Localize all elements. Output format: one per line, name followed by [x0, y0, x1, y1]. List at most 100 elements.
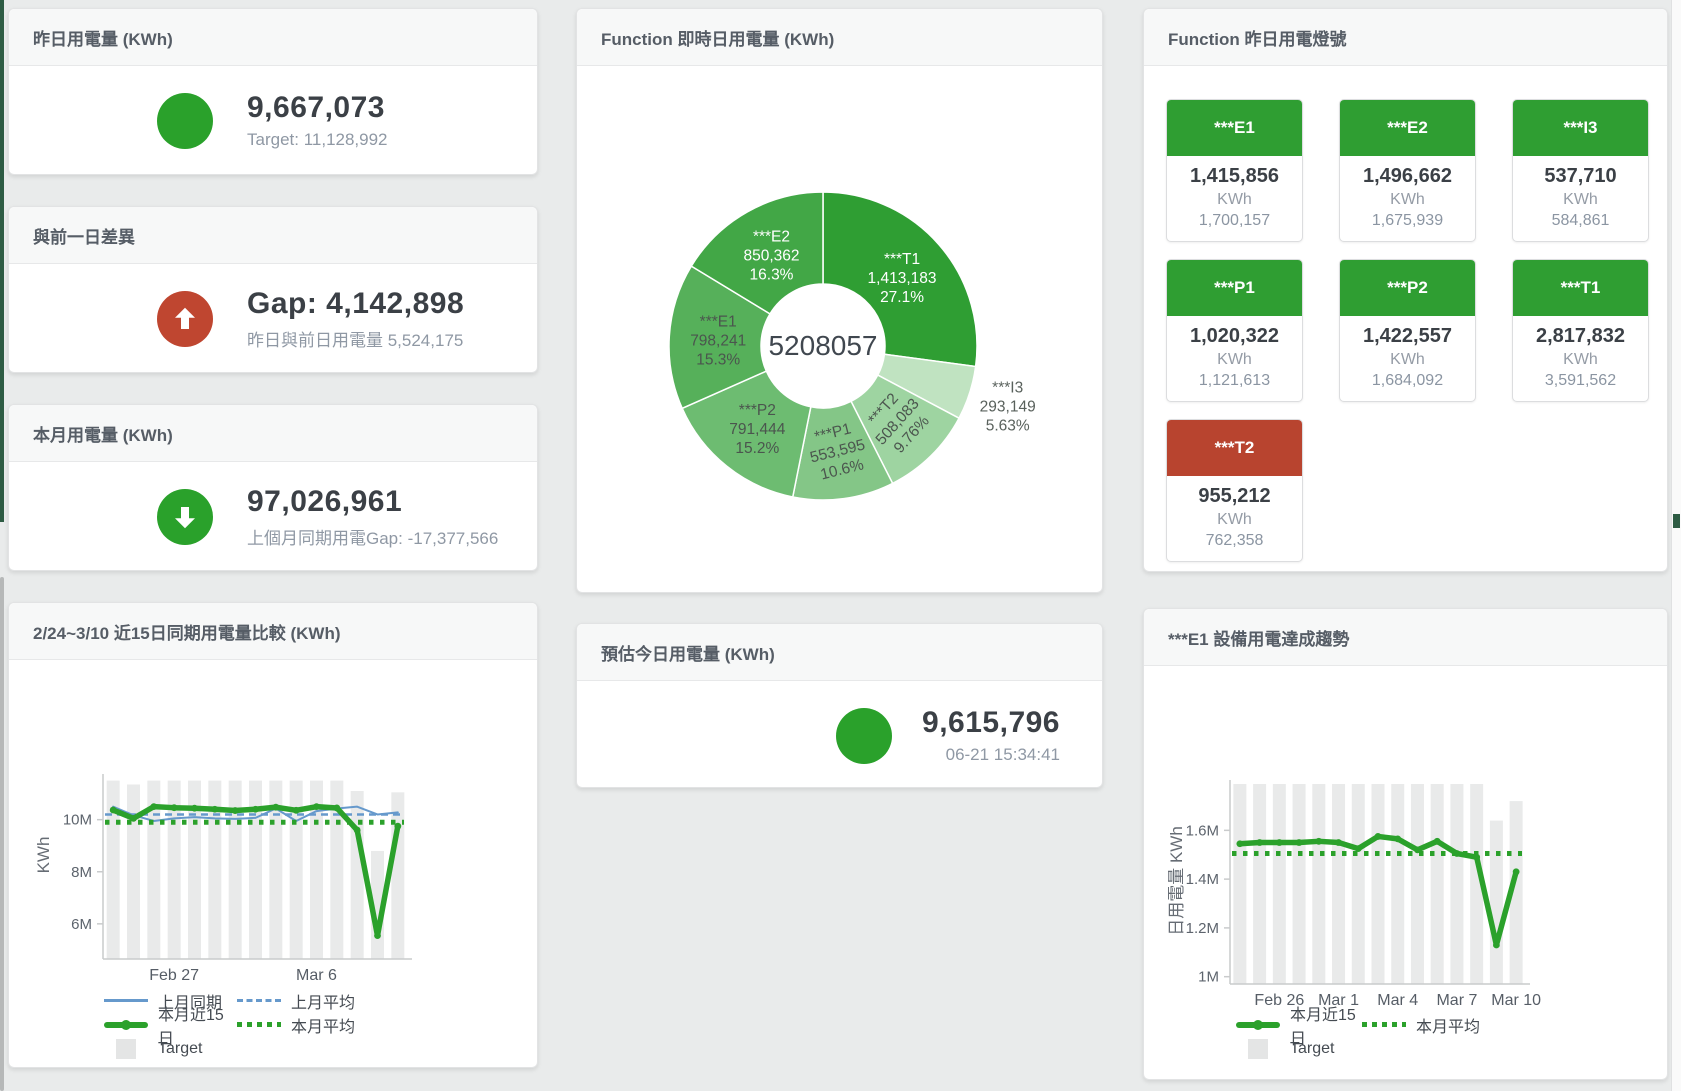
page-scrollbar[interactable] [1671, 0, 1681, 1091]
legend-label: Target [158, 1040, 202, 1058]
x-tick-label: Mar 6 [296, 967, 337, 984]
series-point [1394, 835, 1401, 842]
left-edge-accent [0, 0, 4, 522]
series-point [110, 807, 117, 814]
svg-text:5.63%: 5.63% [986, 417, 1030, 434]
dashboard-page: 昨日用電量 (KWh) 9,667,073 Target: 11,128,992… [0, 0, 1681, 1091]
status-tile-e1[interactable]: ***E1 1,415,856 KWh 1,700,157 [1166, 99, 1303, 242]
y-tick-label: 1.2M [1186, 920, 1219, 937]
y-tick-label: 8M [71, 864, 92, 881]
arrow-up-icon [170, 304, 200, 334]
status-ok-circle-icon [836, 708, 892, 764]
donut-label: ***I3293,1495.63% [980, 379, 1036, 434]
legend-item-上月平均[interactable]: 上月平均 [237, 990, 370, 1011]
tile-p1-label: ***P1 [1167, 260, 1302, 316]
svg-text:15.3%: 15.3% [696, 351, 740, 368]
legend-item-本月平均[interactable]: 本月平均 [1362, 1014, 1488, 1035]
series-point [1493, 942, 1500, 949]
series-point [211, 806, 218, 813]
series-point [1513, 868, 1520, 875]
series-point [191, 805, 198, 812]
tile-e2-unit: KWh [1340, 191, 1475, 209]
svg-text:15.2%: 15.2% [735, 440, 779, 457]
series-point [252, 806, 259, 813]
legend-row: Target [104, 1038, 370, 1059]
card-yesterday-title: 昨日用電量 (KWh) [9, 9, 537, 66]
tile-i3-label: ***I3 [1513, 100, 1648, 156]
target-bar [1293, 784, 1306, 984]
day-gap-sub: 昨日與前日用電量 5,524,175 [247, 326, 464, 351]
e1-trend-chart-legend: 本月近15日本月平均Target [1236, 1014, 1488, 1059]
tile-e1-value: 1,415,856 [1167, 165, 1302, 188]
svg-text:850,362: 850,362 [743, 247, 799, 264]
status-tile-e2[interactable]: ***E2 1,496,662 KWh 1,675,939 [1339, 99, 1476, 242]
status-tile-t1[interactable]: ***T1 2,817,832 KWh 3,591,562 [1512, 259, 1649, 402]
series-point [1315, 838, 1322, 845]
tile-e1-label: ***E1 [1167, 100, 1302, 156]
svg-text:16.3%: 16.3% [750, 266, 794, 283]
x-tick-label: Mar 4 [1377, 992, 1418, 1009]
status-tile-p1[interactable]: ***P1 1,020,322 KWh 1,121,613 [1166, 259, 1303, 402]
legend-item-本月近15日[interactable]: 本月近15日 [1236, 1014, 1362, 1035]
series-point [232, 807, 239, 814]
series-point [171, 804, 178, 811]
card-yesterday-usage: 昨日用電量 (KWh) 9,667,073 Target: 11,128,992 [8, 8, 538, 175]
status-tile-p2[interactable]: ***P2 1,422,557 KWh 1,684,092 [1339, 259, 1476, 402]
svg-text:27.1%: 27.1% [880, 289, 924, 306]
card-e1-trend-chart: ***E1 設備用電達成趨勢 1M1.2M1.4M1.6MFeb 26Mar 1… [1143, 608, 1668, 1080]
arrow-down-circle-icon [157, 489, 213, 545]
tile-t2-label: ***T2 [1167, 420, 1302, 476]
y-tick-label: 1.4M [1186, 871, 1219, 888]
y-tick-label: 6M [71, 916, 92, 933]
tile-p2-value: 1,422,557 [1340, 325, 1475, 348]
svg-text:798,241: 798,241 [690, 332, 746, 349]
tile-p2-label: ***P2 [1340, 260, 1475, 316]
day-gap-body: Gap: 4,142,898 昨日與前日用電量 5,524,175 [9, 264, 537, 373]
card-month-title: 本月用電量 (KWh) [9, 405, 537, 462]
legend-label: 本月平均 [291, 1013, 355, 1037]
tile-e2-value: 1,496,662 [1340, 165, 1475, 188]
series-point [333, 805, 340, 812]
yesterday-usage-body: 9,667,073 Target: 11,128,992 [9, 66, 537, 175]
tile-e2-target: 1,675,939 [1340, 212, 1475, 230]
x-tick-label: Mar 7 [1436, 992, 1477, 1009]
legend-item-Target[interactable]: Target [104, 1038, 237, 1059]
tile-i3-unit: KWh [1513, 191, 1648, 209]
status-tile-t2[interactable]: ***T2 955,212 KWh 762,358 [1166, 419, 1303, 562]
legend-item-本月近15日[interactable]: 本月近15日 [104, 1014, 237, 1035]
donut-center-total: 5208057 [768, 330, 877, 361]
legend-marker-dash-blue-icon [237, 999, 281, 1002]
series-point [150, 803, 157, 810]
target-bar [1372, 784, 1385, 984]
status-tile-i3[interactable]: ***I3 537,710 KWh 584,861 [1512, 99, 1649, 242]
legend-row: 本月近15日 本月平均 [104, 1014, 370, 1035]
arrow-down-icon [170, 502, 200, 532]
series-point [1335, 839, 1342, 846]
svg-text:***P2: ***P2 [739, 402, 776, 419]
target-bar [1431, 784, 1444, 984]
tile-p1-value: 1,020,322 [1167, 325, 1302, 348]
target-bar [1391, 784, 1404, 984]
series-point [374, 932, 381, 939]
month-usage-body: 97,026,961 上個月同期用電Gap: -17,377,566 [9, 462, 537, 571]
y-axis-title: 日用電量 KWh [1167, 826, 1186, 936]
tile-i3-target: 584,861 [1513, 212, 1648, 230]
svg-text:***T1: ***T1 [884, 251, 920, 268]
estimate-body: 9,615,796 06-21 15:34:41 [577, 681, 1102, 788]
target-bar [1490, 821, 1503, 984]
tile-t1-value: 2,817,832 [1513, 325, 1648, 348]
svg-text:***I3: ***I3 [992, 379, 1023, 396]
legend-item-Target[interactable]: Target [1236, 1038, 1362, 1059]
series-point [1236, 840, 1243, 847]
left-scrollbar-thumb[interactable] [0, 577, 4, 1091]
legend-marker-line-green-icon [104, 1022, 148, 1028]
legend-label: 上月平均 [291, 989, 355, 1013]
legend-item-本月平均[interactable]: 本月平均 [237, 1014, 370, 1035]
card-e1-trend-title: ***E1 設備用電達成趨勢 [1144, 609, 1667, 666]
estimate-value: 9,615,796 [922, 706, 1060, 740]
realtime-donut-chart: ***T11,413,18327.1%***I3293,1495.63%***T… [577, 66, 1103, 586]
series-point [313, 803, 320, 810]
series-point [1375, 833, 1382, 840]
svg-text:791,444: 791,444 [729, 421, 785, 438]
series-point [1434, 838, 1441, 845]
